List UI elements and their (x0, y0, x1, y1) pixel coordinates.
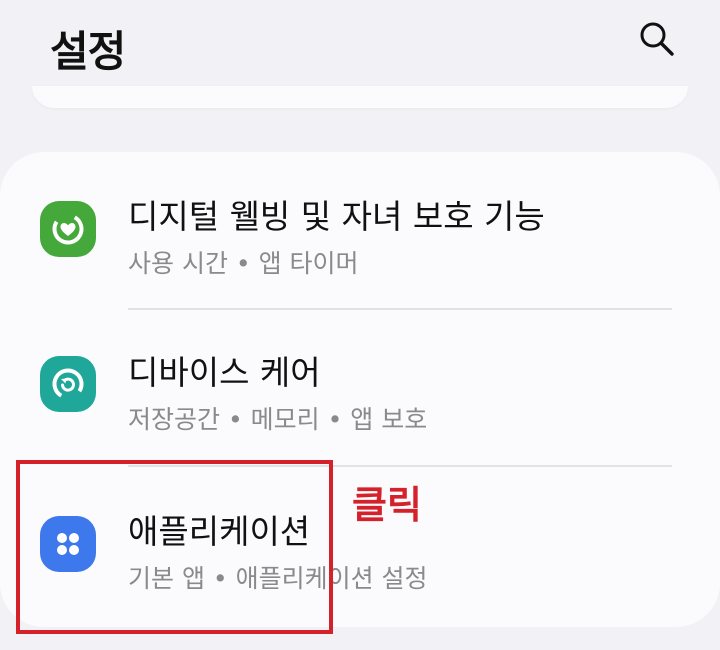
settings-item-subtitle: 저장공간 • 메모리 • 앱 보호 (128, 405, 428, 434)
page-title: 설정 (50, 27, 126, 76)
click-annotation-label: 클릭 (352, 483, 422, 527)
settings-item-title: 디바이스 케어 (128, 353, 321, 392)
settings-item-digital-wellbeing[interactable]: 디지털 웰빙 및 자녀 보호 기능 사용 시간 • 앱 타이머 (0, 152, 720, 308)
header: 설정 (0, 0, 720, 100)
device-care-icon (40, 356, 96, 412)
digital-wellbeing-icon (40, 201, 96, 257)
highlight-box (16, 460, 333, 634)
search-icon (640, 22, 674, 56)
search-button[interactable] (632, 14, 682, 64)
settings-item-device-care[interactable]: 디바이스 케어 저장공간 • 메모리 • 앱 보호 (0, 310, 720, 466)
settings-item-title: 디지털 웰빙 및 자녀 보호 기능 (128, 197, 545, 236)
settings-item-subtitle: 사용 시간 • 앱 타이머 (128, 249, 359, 278)
previous-card-edge (32, 86, 688, 108)
